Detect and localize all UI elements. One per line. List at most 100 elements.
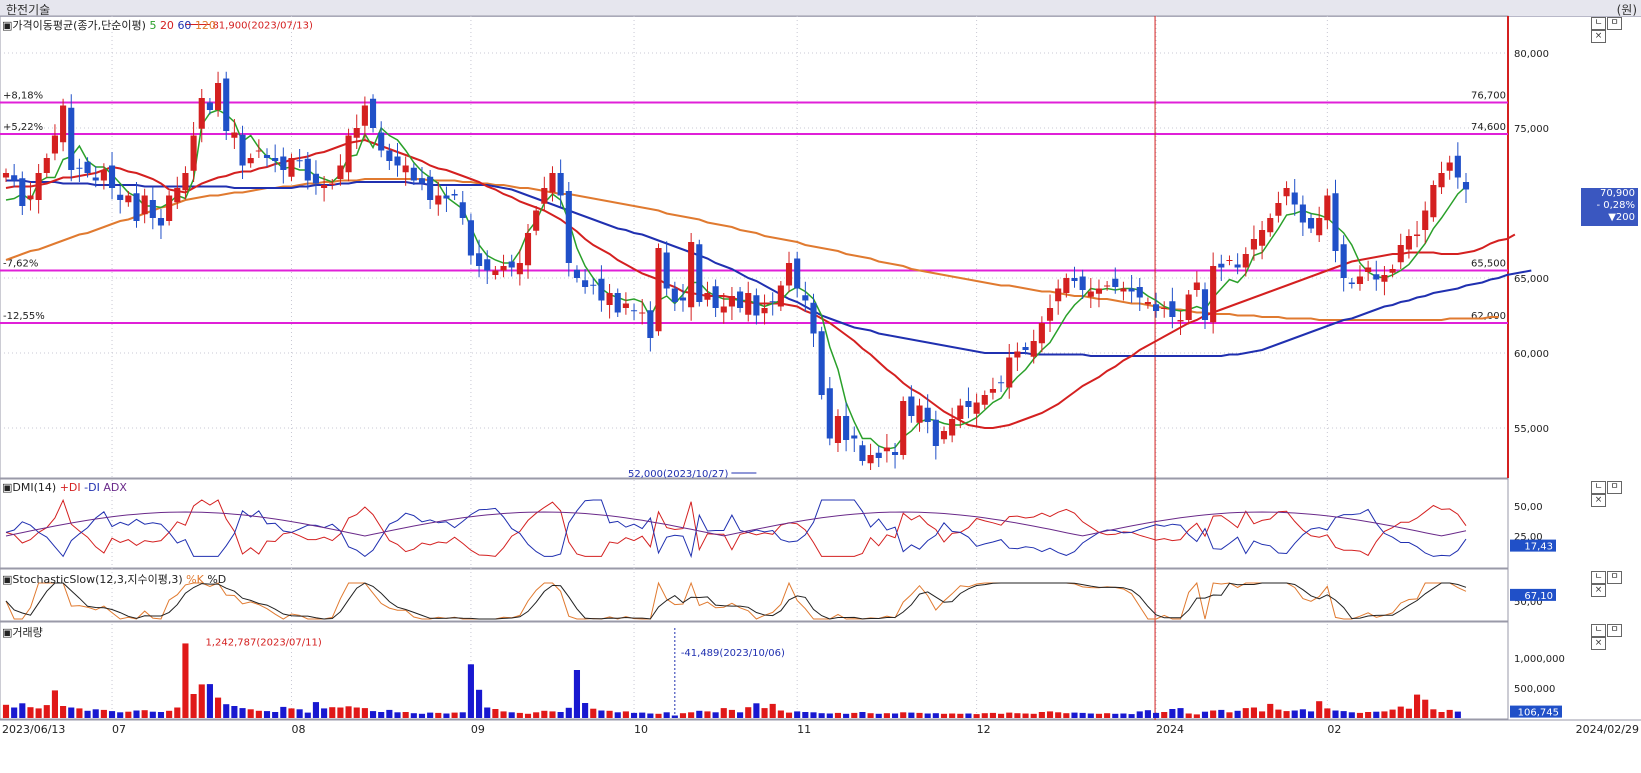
dmi-panel-controls[interactable]: ㄴㅁ× <box>1591 481 1637 507</box>
candle-body <box>76 167 83 169</box>
candle-body <box>198 98 205 129</box>
candle-body <box>1234 264 1241 268</box>
candle-body <box>1038 323 1045 344</box>
close-icon[interactable]: × <box>1591 584 1606 597</box>
volume-bar <box>418 713 426 718</box>
candle-body <box>720 306 727 313</box>
volume-bar <box>753 703 760 718</box>
candle-body <box>1210 266 1217 323</box>
stoch-panel-controls[interactable]: ㄴㅁ× <box>1591 571 1637 597</box>
candle-body <box>476 253 483 266</box>
candle-body <box>753 295 760 316</box>
candle-body <box>100 170 107 181</box>
volume-bar <box>321 708 328 718</box>
candle-body <box>329 183 336 185</box>
x-tick-label: 08 <box>291 723 305 736</box>
ma120-line <box>5 178 1499 321</box>
volume-bar <box>451 712 458 718</box>
candle-body <box>671 288 678 302</box>
volume-bar <box>1283 711 1290 718</box>
candle-body <box>1250 239 1257 250</box>
maximize-icon[interactable]: ㅁ <box>1607 624 1622 637</box>
volume-annotation-high: 1,242,787(2023/07/11) <box>205 637 321 648</box>
volume-bar <box>818 713 825 718</box>
candle-body <box>769 301 776 303</box>
volume-bar <box>1430 709 1437 718</box>
volume-bar <box>1454 711 1461 718</box>
candle-body <box>826 388 833 439</box>
maximize-icon[interactable]: ㅁ <box>1607 481 1622 494</box>
volume-bar <box>737 712 744 718</box>
minimize-icon[interactable]: ㄴ <box>1591 571 1606 584</box>
volume-bar <box>1071 712 1078 718</box>
minus-di-line <box>5 499 1467 559</box>
candle-body <box>590 284 597 286</box>
volume-bar <box>84 710 91 718</box>
candle-body <box>304 158 311 181</box>
volume-bar <box>1185 713 1192 718</box>
close-icon[interactable]: × <box>1591 637 1606 650</box>
volume-bar <box>476 689 483 718</box>
volume-bar <box>1332 710 1339 718</box>
volume-bar <box>337 707 344 718</box>
candle-body <box>361 105 368 126</box>
x-tick-label: 2024/02/29 <box>1576 723 1639 736</box>
minimize-icon[interactable]: ㄴ <box>1591 481 1606 494</box>
volume-bar <box>427 712 434 718</box>
volume-bar <box>402 712 409 718</box>
candle-body <box>606 293 613 305</box>
volume-bar <box>1291 710 1298 718</box>
price-panel-controls[interactable]: ㄴㅁ× <box>1591 17 1637 43</box>
x-tick-label: 10 <box>634 723 648 736</box>
volume-bar <box>1193 714 1200 718</box>
current-change-pct: - 0,28% <box>1596 200 1635 211</box>
volume-bar <box>516 712 523 718</box>
volume-bar <box>386 709 393 718</box>
minimize-icon[interactable]: ㄴ <box>1591 624 1606 637</box>
candle-body <box>810 302 817 334</box>
volume-bar <box>1307 711 1315 718</box>
x-tick-label: 2024 <box>1156 723 1184 736</box>
close-icon[interactable]: × <box>1591 494 1606 507</box>
volume-panel-controls[interactable]: ㄴㅁ× <box>1591 624 1637 650</box>
volume-bar <box>1373 711 1380 718</box>
candle-body <box>451 194 458 196</box>
x-tick-label: 12 <box>977 723 991 736</box>
volume-bar <box>998 713 1005 718</box>
volume-bar <box>826 713 833 718</box>
volume-bar <box>353 707 360 718</box>
volume-bar <box>639 712 646 718</box>
candle-body <box>728 296 735 307</box>
candle-body <box>818 331 825 395</box>
volume-bar <box>989 712 996 718</box>
candle-body <box>1152 304 1160 311</box>
hline-right-label: 65,500 <box>1471 259 1506 270</box>
volume-bar <box>117 712 124 718</box>
volume-bar <box>1210 710 1217 718</box>
candle-body <box>524 233 532 266</box>
volume-bar <box>198 684 205 718</box>
volume-bar <box>900 712 907 718</box>
x-tick-label: 11 <box>797 723 811 736</box>
volume-bar <box>802 712 809 718</box>
candle-body <box>940 431 948 440</box>
volume-bar <box>1087 713 1094 718</box>
volume-bar <box>1324 708 1331 718</box>
candle-body <box>1087 291 1094 297</box>
candle-body <box>1201 289 1209 320</box>
maximize-icon[interactable]: ㅁ <box>1607 571 1622 584</box>
candle-body <box>27 195 34 200</box>
candle-body <box>957 405 964 419</box>
candle-body <box>883 447 890 452</box>
candle-body <box>785 263 793 286</box>
close-icon[interactable]: × <box>1591 30 1606 43</box>
volume-bar <box>794 711 801 718</box>
maximize-icon[interactable]: ㅁ <box>1607 17 1622 30</box>
annotation-high: 81,900(2023/07/13) <box>212 21 313 32</box>
candle-body <box>598 278 605 301</box>
minimize-icon[interactable]: ㄴ <box>1591 17 1606 30</box>
volume-bar <box>223 704 230 718</box>
candle-body <box>891 452 899 455</box>
volume-bar <box>1340 711 1347 718</box>
candle-body <box>484 259 491 271</box>
